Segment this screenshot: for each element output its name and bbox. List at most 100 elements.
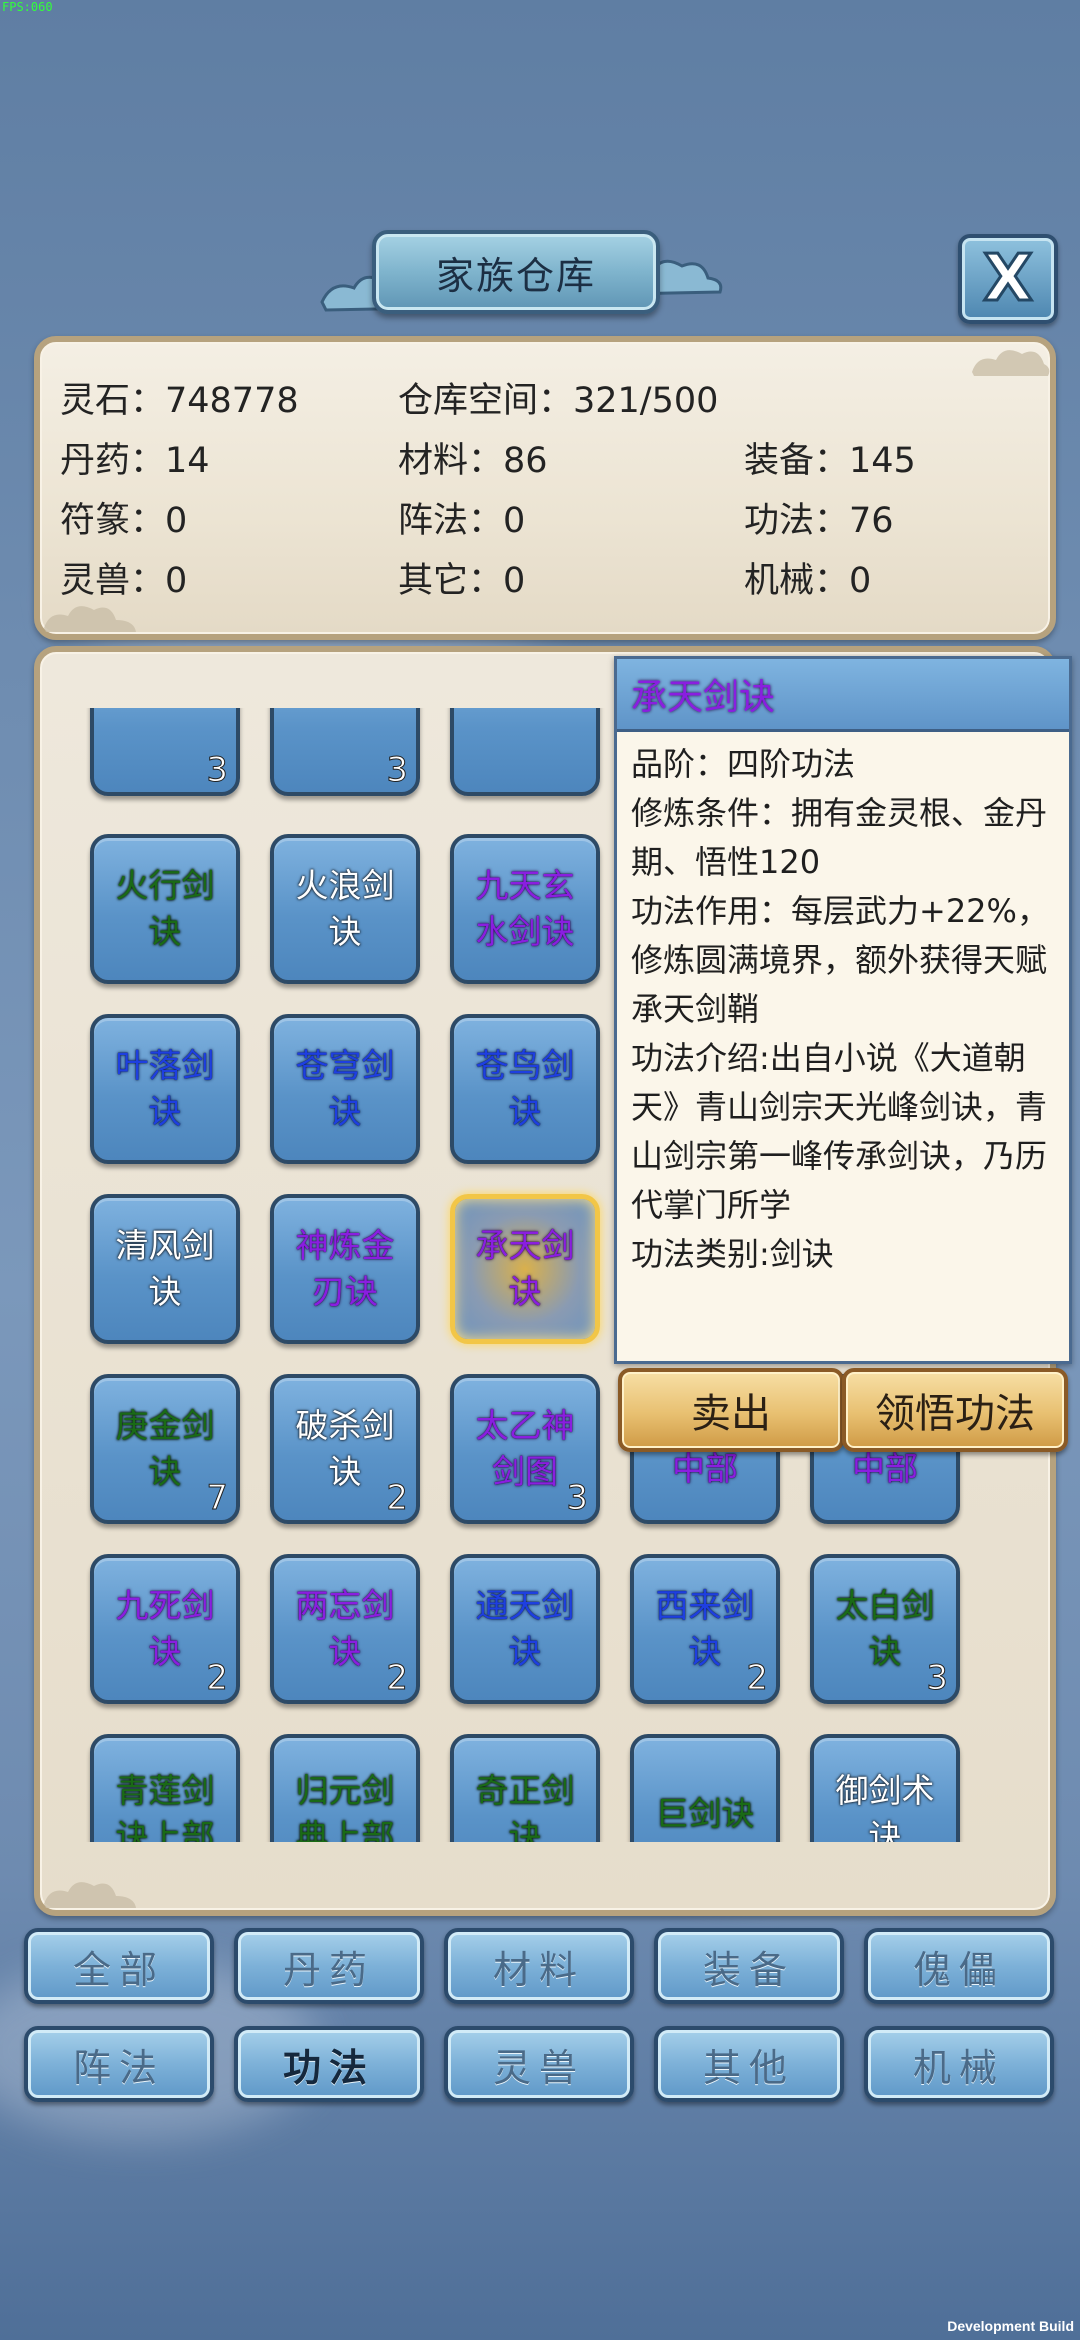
tooltip-effect: 功法作用：每层武力+22%，修炼圆满境界，额外获得天赋承天剑鞘 (631, 892, 1049, 1028)
item-quantity: 7 (206, 1478, 229, 1519)
item-slot[interactable]: 两忘剑诀 2 (270, 1554, 420, 1704)
stat-fulu: 符篆：0 (60, 501, 188, 541)
item-slot[interactable]: 归元剑典上部 (270, 1734, 420, 1842)
item-slot[interactable]: 玉丹功 3 (90, 708, 240, 796)
item-slot[interactable]: 清风剑诀 (90, 1194, 240, 1344)
tab-label: 其他 (702, 2045, 795, 2090)
item-name: 承天剑诀 (475, 1226, 575, 1311)
item-name: 火行剑诀 (115, 866, 215, 951)
item-slot[interactable]: 庚金剑诀 7 (90, 1374, 240, 1524)
item-tooltip: 承天剑诀 品阶：四阶功法 修炼条件：拥有金灵根、金丹期、悟性120 功法作用：每… (614, 656, 1072, 1364)
item-slot[interactable]: 九天玄水剑诀 (450, 834, 600, 984)
stat-jixie: 机械：0 (744, 561, 872, 601)
item-name: 九天玄水剑诀 (475, 866, 575, 951)
tab-zhuangbei[interactable]: 装备 (654, 1928, 844, 2004)
tab-gongfa[interactable]: 功法 (234, 2026, 424, 2102)
learn-skill-button[interactable]: 领悟功法 (842, 1368, 1068, 1452)
learn-skill-label: 领悟功法 (875, 1391, 1035, 1437)
item-slot[interactable]: 归元功 (450, 708, 600, 796)
item-slot[interactable]: 破杀剑诀 2 (270, 1374, 420, 1524)
stat-qita: 其它：0 (398, 561, 526, 601)
item-slot[interactable]: 神炼金刃诀 (270, 1194, 420, 1344)
tooltip-requirement: 修炼条件：拥有金灵根、金丹期、悟性120 (631, 794, 1048, 881)
tab-all[interactable]: 全部 (24, 1928, 214, 2004)
item-quantity: 3 (926, 1658, 949, 1699)
item-name: 火浪剑诀 (295, 866, 395, 951)
tooltip-body: 品阶：四阶功法 修炼条件：拥有金灵根、金丹期、悟性120 功法作用：每层武力+2… (617, 732, 1069, 1279)
tab-label: 功法 (282, 2045, 375, 2090)
stat-danyao: 丹药：14 (60, 441, 210, 481)
sell-label: 卖出 (691, 1391, 771, 1437)
tab-kuilei[interactable]: 傀儡 (864, 1928, 1054, 2004)
item-quantity: 2 (386, 1658, 409, 1699)
title-plaque: 家族仓库 (372, 230, 660, 314)
tab-label: 丹药 (282, 1947, 375, 1992)
item-slot[interactable]: 承天剑诀 (450, 1194, 600, 1344)
item-slot[interactable]: 苍穹剑诀 (270, 1014, 420, 1164)
item-name: 归元功 (470, 708, 581, 709)
tooltip-item-name: 承天剑诀 (631, 677, 776, 718)
item-slot[interactable]: 火浪剑诀 (270, 834, 420, 984)
stat-zhenfa: 阵法：0 (398, 501, 526, 541)
item-name: 中部 (672, 1449, 738, 1488)
item-slot[interactable]: 太白剑诀 3 (810, 1554, 960, 1704)
item-name: 中部 (852, 1449, 918, 1488)
stat-gongfa: 功法：76 (744, 501, 894, 541)
tab-label: 材料 (492, 1947, 585, 1992)
item-slot[interactable]: 叶落剑诀 (90, 1014, 240, 1164)
item-slot[interactable]: 苍鸟剑诀 (450, 1014, 600, 1164)
item-slot[interactable]: 青莲剑诀上部 (90, 1734, 240, 1842)
item-slot[interactable]: 九死剑诀 2 (90, 1554, 240, 1704)
item-slot[interactable]: 火行剑诀 (90, 834, 240, 984)
item-name: 御剑术诀 (835, 1771, 935, 1842)
tab-danyao[interactable]: 丹药 (234, 1928, 424, 2004)
item-slot[interactable]: 奇正剑诀 (450, 1734, 600, 1842)
item-name: 青莲剑诀上部 (115, 1771, 215, 1842)
tab-label: 灵兽 (492, 2045, 585, 2090)
close-icon: X (982, 242, 1034, 316)
item-slot[interactable]: 凝元功 3 (270, 708, 420, 796)
item-name: 奇正剑诀 (475, 1771, 575, 1842)
cloud-corner-icon (972, 350, 1050, 376)
tooltip-grade: 品阶：四阶功法 (631, 745, 856, 783)
item-name: 清风剑诀 (115, 1226, 215, 1311)
item-slot[interactable]: 太乙神剑图 3 (450, 1374, 600, 1524)
item-slot[interactable]: 通天剑诀 (450, 1554, 600, 1704)
item-slot[interactable]: 巨剑诀 (630, 1734, 780, 1842)
dev-build-label: Development Build (947, 2318, 1074, 2334)
tab-label: 全部 (72, 1947, 165, 1992)
item-name: 凝元功 (290, 708, 401, 709)
item-quantity: 2 (206, 1658, 229, 1699)
tab-label: 阵法 (72, 2045, 165, 2090)
item-quantity: 3 (566, 1478, 589, 1519)
item-name: 巨剑诀 (655, 1794, 755, 1833)
item-slot[interactable]: 西来剑诀 2 (630, 1554, 780, 1704)
page-title: 家族仓库 (435, 253, 596, 298)
item-quantity: 3 (386, 750, 409, 791)
tab-label: 机械 (912, 2045, 1005, 2090)
tab-label: 傀儡 (912, 1947, 1005, 1992)
fps-counter: FPS:060 (2, 0, 53, 14)
item-slot[interactable]: 御剑术诀 (810, 1734, 960, 1842)
item-quantity: 2 (386, 1478, 409, 1519)
item-name: 归元剑典上部 (295, 1771, 395, 1842)
item-name: 苍鸟剑诀 (475, 1046, 575, 1131)
tab-cailiao[interactable]: 材料 (444, 1928, 634, 2004)
stat-cailiao: 材料：86 (398, 441, 548, 481)
item-name: 玉丹功 (110, 708, 221, 709)
item-quantity: 3 (206, 750, 229, 791)
tab-zhenfa[interactable]: 阵法 (24, 2026, 214, 2102)
stat-lingshi: 灵石：748778 (60, 381, 299, 421)
sell-button[interactable]: 卖出 (618, 1368, 844, 1452)
tab-jixie[interactable]: 机械 (864, 2026, 1054, 2102)
item-name: 叶落剑诀 (115, 1046, 215, 1131)
tab-lingshou[interactable]: 灵兽 (444, 2026, 634, 2102)
tooltip-category: 功法类别:剑诀 (631, 1235, 834, 1273)
item-quantity: 2 (746, 1658, 769, 1699)
stat-lingshou: 灵兽：0 (60, 561, 188, 601)
tab-qita[interactable]: 其他 (654, 2026, 844, 2102)
item-name: 通天剑诀 (475, 1586, 575, 1671)
close-button[interactable]: X (958, 234, 1058, 324)
tooltip-header: 承天剑诀 (617, 659, 1069, 732)
item-name: 神炼金刃诀 (295, 1226, 395, 1311)
